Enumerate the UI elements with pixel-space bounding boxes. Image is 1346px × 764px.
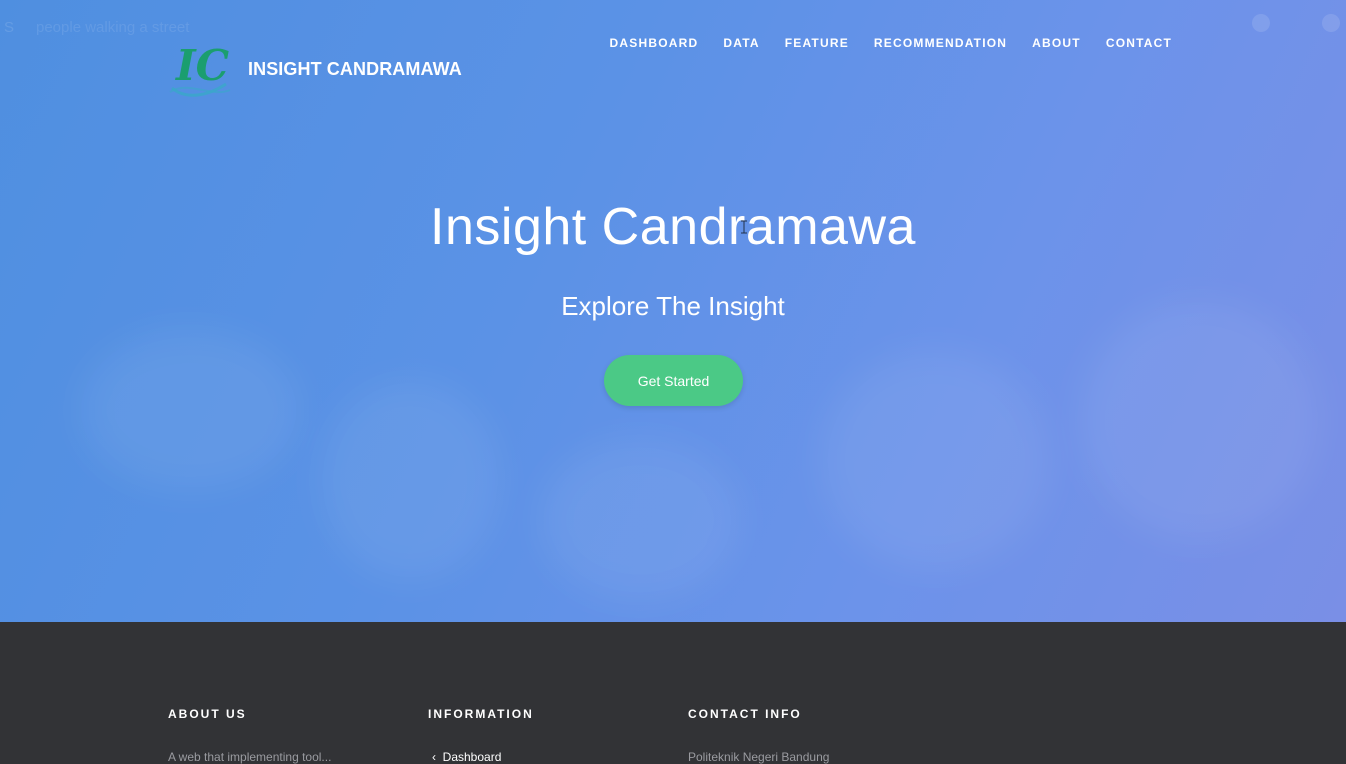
nav-data[interactable]: DATA — [723, 36, 759, 50]
footer-link-dashboard[interactable]: ‹ Dashboard — [432, 750, 501, 764]
text-cursor-icon — [741, 220, 747, 234]
background-figure — [80, 330, 300, 490]
footer-contact: CONTACT INFO — [688, 707, 802, 721]
hero-subtitle: Explore The Insight — [561, 291, 785, 321]
logo-text: IC — [175, 41, 230, 90]
share-icon — [1322, 14, 1340, 32]
nav-recommendation[interactable]: RECOMMENDATION — [874, 36, 1007, 50]
background-figure — [540, 440, 740, 600]
nav-dashboard[interactable]: DASHBOARD — [610, 36, 699, 50]
nav-feature[interactable]: FEATURE — [785, 36, 849, 50]
nav-about[interactable]: ABOUT — [1032, 36, 1081, 50]
footer-about-heading: ABOUT US — [168, 707, 247, 721]
brand-logo[interactable]: IC — [168, 40, 232, 102]
main-nav: DASHBOARD DATA FEATURE RECOMMENDATION AB… — [610, 36, 1172, 50]
hero-section: S people walking a street IC INSIGHT CAN… — [0, 0, 1346, 622]
background-figure — [820, 350, 1050, 570]
chevron-right-icon: ‹ — [432, 750, 443, 764]
video-title: people walking a street — [36, 19, 190, 36]
footer-contact-text: Politeknik Negeri Bandung — [688, 750, 830, 764]
background-figure — [320, 380, 500, 580]
footer-information: INFORMATION — [428, 707, 534, 721]
footer-contact-heading: CONTACT INFO — [688, 707, 802, 721]
footer-about-text: A web that implementing tool... — [168, 750, 332, 764]
get-started-button[interactable]: Get Started — [604, 355, 743, 406]
footer-link-label: Dashboard — [442, 750, 502, 764]
hero-title: Insight Candramawa — [430, 198, 916, 256]
footer-about: ABOUT US — [168, 707, 247, 721]
footer-information-heading: INFORMATION — [428, 707, 534, 721]
watch-later-icon — [1252, 14, 1270, 32]
footer: ABOUT US A web that implementing tool...… — [0, 622, 1346, 764]
brand-name[interactable]: INSIGHT CANDRAMAWA — [248, 59, 462, 80]
background-figure — [1080, 300, 1320, 540]
nav-contact[interactable]: CONTACT — [1106, 36, 1172, 50]
video-channel-letter: S — [4, 19, 15, 36]
